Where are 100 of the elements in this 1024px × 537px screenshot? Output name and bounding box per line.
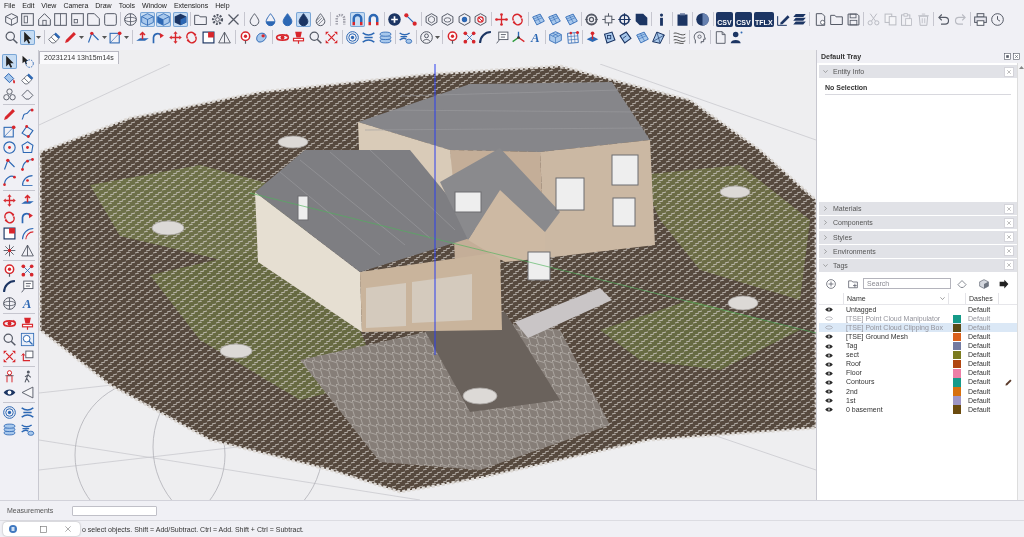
three-circles-icon[interactable] <box>1 87 17 102</box>
concentric-circles-icon[interactable] <box>344 29 360 45</box>
letter-tool-button[interactable]: A <box>19 295 35 311</box>
color-swatch-icon[interactable] <box>953 323 961 333</box>
pushpin-icon[interactable] <box>291 29 307 45</box>
paint-bucket-icon[interactable] <box>1 70 17 86</box>
split-rectangle-icon[interactable] <box>53 11 69 27</box>
square-inset-icon[interactable] <box>69 11 85 27</box>
eye-icon[interactable] <box>825 352 833 358</box>
color-swatch-icon[interactable] <box>953 405 961 414</box>
dropdown-caret-icon[interactable] <box>36 35 41 39</box>
eye-icon[interactable] <box>825 343 833 349</box>
squiggle-icon[interactable] <box>19 107 35 122</box>
search-icon[interactable] <box>1 332 17 347</box>
crossed-waves-icon[interactable] <box>19 405 35 420</box>
framed-square-icon[interactable] <box>20 11 36 27</box>
dropdown-caret-icon[interactable] <box>124 35 129 39</box>
text-box-icon[interactable] <box>494 29 510 45</box>
house-outline-icon[interactable] <box>36 11 52 27</box>
crosshair-icon[interactable] <box>617 11 633 27</box>
globe-icon[interactable] <box>1 295 17 311</box>
solid-cube-icon[interactable] <box>172 11 188 27</box>
clock-icon[interactable] <box>989 11 1005 27</box>
mesh-cube-icon[interactable] <box>548 29 564 45</box>
pushpin-icon[interactable] <box>19 315 35 331</box>
expand-arrows-icon[interactable] <box>324 29 340 45</box>
measurements-field[interactable] <box>72 505 157 516</box>
pie-arc-icon[interactable] <box>19 173 35 188</box>
eye-icon[interactable] <box>825 361 833 367</box>
eye-icon[interactable] <box>825 398 833 404</box>
mesh-tile-icon[interactable] <box>547 11 563 27</box>
eye-icon[interactable] <box>825 389 833 394</box>
wire-cube-icon[interactable] <box>139 11 155 27</box>
square-outline-icon[interactable] <box>40 525 47 533</box>
eye-icon[interactable] <box>825 307 833 313</box>
grid-dots-icon[interactable] <box>564 29 580 45</box>
dropdown-caret-icon[interactable] <box>434 35 440 39</box>
four-way-arrow-icon[interactable] <box>1 193 17 208</box>
scale-square-icon[interactable] <box>1 226 17 241</box>
stacked-disks-icon[interactable] <box>1 421 17 437</box>
square-dot-icon[interactable] <box>1004 53 1011 60</box>
search-icon[interactable] <box>3 29 19 45</box>
pencil-icon[interactable] <box>1 107 17 122</box>
magnifier-square-icon[interactable] <box>19 332 35 347</box>
mesh-tile-icon[interactable] <box>530 11 546 27</box>
eye-icon[interactable] <box>825 334 833 340</box>
search-icon[interactable] <box>307 29 323 45</box>
magnet-icon[interactable] <box>366 11 382 27</box>
color-swatch-icon[interactable] <box>953 350 961 360</box>
rotate-arrows-icon[interactable] <box>510 11 526 27</box>
curved-left-arrow-icon[interactable] <box>936 11 952 27</box>
mesh-tile-icon[interactable] <box>563 11 579 27</box>
arc-curve-icon[interactable] <box>478 29 494 45</box>
eye-icon[interactable] <box>825 370 833 376</box>
expand-arrows-icon[interactable] <box>1 348 17 364</box>
person-icon[interactable] <box>729 29 745 45</box>
layers-icon[interactable] <box>792 11 808 27</box>
plus-circle-icon[interactable] <box>386 11 402 27</box>
gear-head-icon[interactable] <box>692 29 708 45</box>
eye-icon[interactable] <box>825 407 833 413</box>
letter-tool-button[interactable]: A <box>527 29 543 45</box>
rectangle-icon[interactable] <box>1 123 17 139</box>
rectangle-icon[interactable] <box>108 29 124 45</box>
shaded-cube-icon[interactable] <box>156 11 172 27</box>
offset-arcs-icon[interactable] <box>19 226 35 241</box>
scale-square-icon[interactable] <box>200 29 216 45</box>
color-swatch-icon[interactable] <box>953 332 961 342</box>
color-swatch-icon[interactable] <box>953 396 961 405</box>
target-ring-icon[interactable] <box>584 11 600 27</box>
gear-icon[interactable] <box>209 11 225 27</box>
pyramid-icon[interactable] <box>651 29 667 45</box>
rotate-arrows-icon[interactable] <box>1 209 17 225</box>
dropdown-caret-icon[interactable] <box>101 35 107 39</box>
dot-cross-icon[interactable] <box>19 262 35 278</box>
color-swatch-icon[interactable] <box>953 341 961 351</box>
printer-icon[interactable] <box>973 11 989 27</box>
color-swatch-icon[interactable] <box>953 360 961 369</box>
angle-lines-icon[interactable] <box>85 29 101 45</box>
hexagon-icon[interactable] <box>423 11 439 27</box>
pin-on-tile-icon[interactable] <box>585 29 601 45</box>
square-corner-arrow-icon[interactable] <box>19 348 35 364</box>
circle-icon[interactable] <box>1 140 17 155</box>
solid-drop-icon[interactable] <box>296 11 312 27</box>
triangle-outline-icon[interactable] <box>19 242 35 258</box>
curved-arc-icon[interactable] <box>1 173 17 188</box>
close-icon[interactable] <box>1013 53 1020 60</box>
x-mark-icon[interactable] <box>226 11 242 27</box>
sphere-icon[interactable] <box>695 11 711 27</box>
four-way-arrow-icon[interactable] <box>167 29 183 45</box>
asterisk-icon[interactable] <box>1 242 17 258</box>
concentric-circles-icon[interactable] <box>1 405 17 420</box>
color-swatch-icon[interactable] <box>953 369 961 378</box>
pentagon-outline-icon[interactable] <box>19 87 35 102</box>
polygon-icon[interactable] <box>19 140 35 155</box>
color-swatch-icon[interactable] <box>953 387 961 396</box>
square-crosshair-icon[interactable] <box>600 11 616 27</box>
stacked-disks-icon[interactable] <box>377 29 393 45</box>
eye-icon[interactable] <box>825 379 833 385</box>
mesh-tile-icon[interactable] <box>634 29 650 45</box>
triangle-outline-icon[interactable] <box>217 29 233 45</box>
